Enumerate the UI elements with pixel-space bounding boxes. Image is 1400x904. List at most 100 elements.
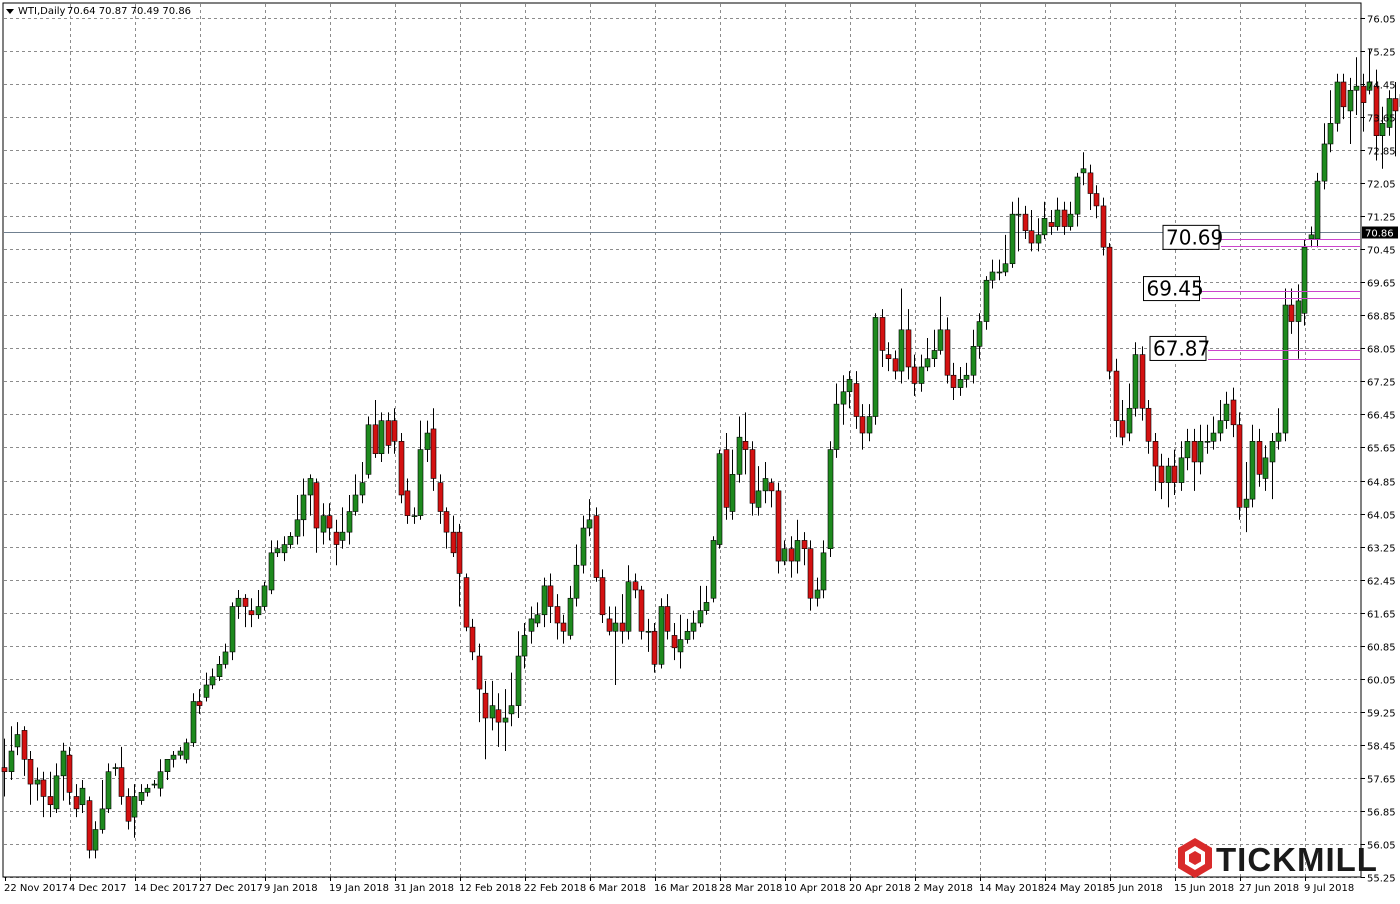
candle-body-bull [573, 564, 580, 599]
candle-body-bear [40, 779, 47, 797]
candle-body-bull [1379, 123, 1386, 136]
candle-body-bear [430, 428, 437, 479]
candle-body-bull [820, 552, 827, 591]
candle [463, 573, 470, 632]
candle-body-bull [684, 630, 691, 640]
candle [1100, 197, 1107, 256]
candle-body-bull [521, 635, 528, 657]
candle-body-bear [749, 449, 756, 504]
candle-body-bull [1009, 213, 1016, 265]
candle-body-bull [144, 787, 151, 793]
candle-body-bull [138, 792, 145, 801]
candle-body-bull [1204, 441, 1211, 443]
candle-body-bull [1178, 457, 1185, 483]
candle-body-bull [34, 779, 41, 785]
candle-body-bear [27, 759, 34, 785]
candle-body-bear [1093, 193, 1100, 207]
candle-body-bear [1113, 370, 1120, 421]
candle-body-bull [60, 750, 67, 777]
candle-body-bull [164, 759, 171, 772]
y-tick-label: 62.45 [1367, 577, 1396, 588]
candle-body-bull [866, 416, 873, 434]
candle-body-bull [690, 622, 697, 632]
level-label: 67.87 [1153, 336, 1210, 360]
candle-body-bull [268, 552, 275, 591]
candle-body-bull [970, 346, 977, 376]
y-tick-label: 65.65 [1367, 444, 1396, 455]
candle-body-bull [79, 787, 86, 806]
symbol-label: WTI,Daily [18, 6, 66, 17]
candle-body-bull [1347, 89, 1354, 112]
candle-body-bull [1165, 465, 1172, 483]
candle-body-bear [1061, 209, 1068, 227]
candle-body-bear [437, 482, 444, 512]
x-tick-label: 24 May 2018 [1044, 883, 1109, 894]
candle-body-bear [632, 581, 639, 591]
candle-body-bear [619, 622, 626, 632]
candle-body-bull [697, 610, 704, 624]
candle-body-bear [807, 548, 814, 599]
candle-body-bull [729, 474, 736, 512]
candle-body-bull [1295, 300, 1302, 322]
candle-body-bull [1243, 498, 1250, 508]
candle-body-bull [1353, 85, 1360, 91]
symbol-header: WTI,Daily 70.64 70.87 70.49 70.86 [6, 6, 191, 17]
candle-body-bull [1314, 180, 1321, 240]
candle-body-bear [1373, 85, 1380, 136]
candle-body-bear [911, 366, 918, 384]
candle-body-bear [21, 730, 28, 760]
candle [638, 585, 645, 640]
candle-body-bull [99, 808, 106, 830]
candle-body-bull [710, 540, 717, 599]
candle-body-bull [957, 379, 964, 388]
x-tick-label: 27 Dec 2017 [199, 883, 263, 894]
candle [658, 598, 665, 669]
candle-body-bull [1269, 441, 1276, 463]
candle-body-bear [385, 420, 392, 446]
tickmill-logo-text: TICKMILL [1216, 841, 1378, 878]
candle-body-bear [476, 655, 483, 690]
candle-body-bear [47, 796, 54, 806]
candle-body-bear [1106, 246, 1113, 372]
candle-body-bull [346, 511, 353, 533]
candle-body-bear [1022, 213, 1029, 231]
candle-body-bear [86, 800, 93, 851]
candle-body-bull [1054, 209, 1061, 227]
y-tick-label: 59.25 [1367, 709, 1396, 720]
y-tick-label: 74.45 [1367, 81, 1396, 92]
candle-body-bear [73, 796, 80, 810]
candle-body-bear [651, 630, 658, 665]
y-tick-label: 71.25 [1367, 213, 1396, 224]
candle [716, 449, 723, 549]
candle-body-bull [983, 279, 990, 322]
candle-body-bear [248, 610, 255, 616]
candle-body-bull [918, 366, 925, 384]
candle-body-bear [1230, 399, 1237, 426]
y-tick-label: 57.65 [1367, 775, 1396, 786]
candle-body-bear [1288, 304, 1295, 322]
x-tick-label: 4 Dec 2017 [69, 883, 127, 894]
candle [1301, 238, 1308, 326]
candle-body-bear [671, 635, 678, 649]
candle-body-bull [645, 630, 652, 633]
candle-body-bear [1145, 407, 1152, 442]
x-tick-label: 2 May 2018 [914, 883, 973, 894]
candle-body-bear [768, 482, 775, 492]
candle-body-bull [716, 453, 723, 545]
ohlc-label: 70.64 70.87 70.49 70.86 [67, 6, 191, 17]
x-tick-label: 28 Mar 2018 [719, 883, 782, 894]
candle-body-bear [118, 767, 125, 797]
candle-body-bull [976, 321, 983, 347]
candle [86, 796, 93, 859]
candle-body-bull [1015, 213, 1022, 216]
candle-body-bull [170, 754, 177, 760]
candle-body-bear [1256, 441, 1263, 475]
candle-body-bull [177, 750, 184, 756]
candle-body-bear [1360, 85, 1367, 103]
candle-body-bull [502, 717, 509, 723]
candle-body-bull [365, 424, 372, 475]
candle-body-bear [547, 585, 554, 607]
candle-body-bear [892, 358, 899, 372]
candle-body-bull [736, 436, 743, 475]
candle-body-bull [411, 515, 418, 517]
